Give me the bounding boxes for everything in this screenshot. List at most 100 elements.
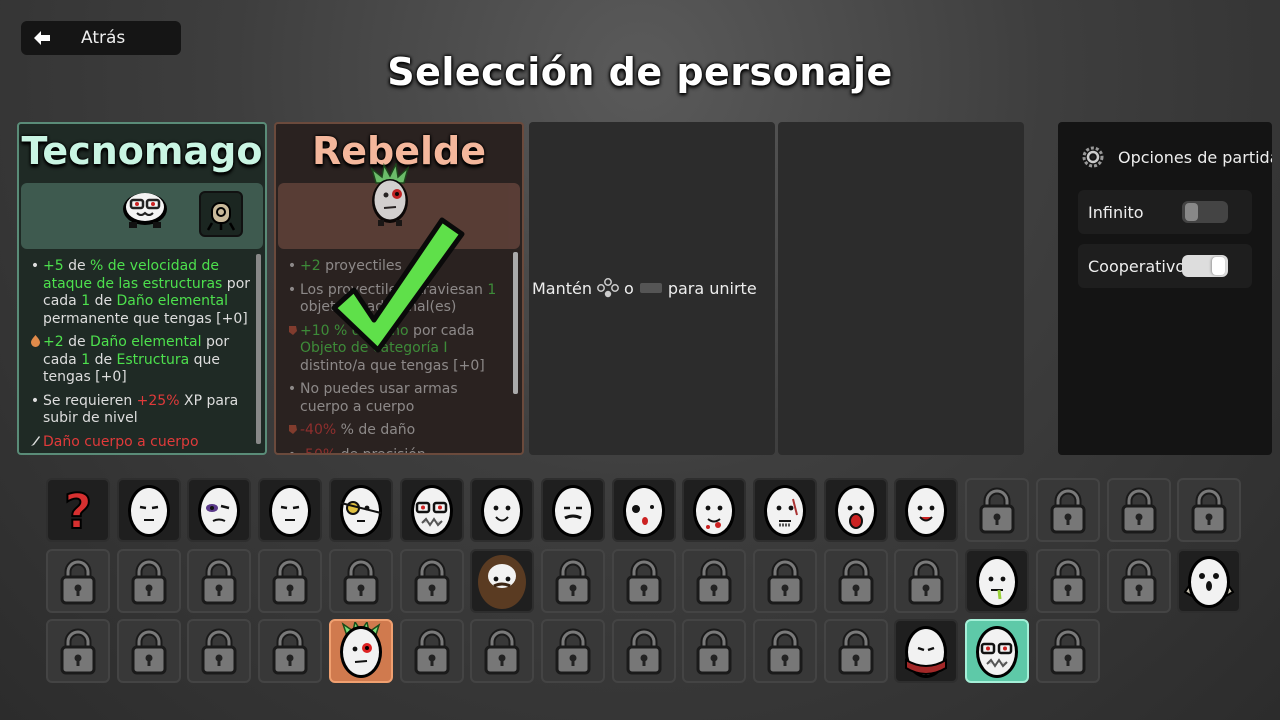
locked-character-slot[interactable]: [470, 619, 535, 683]
character-slot-egg-scarred[interactable]: [753, 478, 817, 542]
locked-character-slot[interactable]: [611, 619, 676, 683]
coop-mode-toggle-row[interactable]: Cooperativo: [1078, 244, 1252, 288]
locked-character-slot[interactable]: [965, 478, 1030, 542]
locked-character-slot[interactable]: [46, 548, 110, 613]
stat-fragment: -40%: [300, 422, 337, 438]
character-slot-egg-grumpy[interactable]: [258, 478, 323, 542]
padlock-icon: [555, 558, 591, 604]
gear-icon: [1082, 146, 1104, 168]
locked-character-slot[interactable]: [399, 548, 464, 613]
character-slot-egg-scream[interactable]: [823, 478, 888, 542]
stat-fragment: Daño elemental: [90, 334, 202, 350]
locked-character-slot[interactable]: [187, 548, 252, 613]
locked-character-slot[interactable]: [1035, 619, 1100, 683]
bullet-icon: •: [287, 381, 297, 397]
locked-character-slot[interactable]: [1106, 478, 1171, 542]
character-slot-egg-smile[interactable]: [470, 478, 535, 542]
svg-text:?: ?: [64, 484, 92, 539]
stat-fragment: +2: [300, 258, 321, 274]
padlock-icon: [1050, 487, 1086, 534]
locked-character-slot[interactable]: [823, 548, 888, 613]
stats-scrollbar[interactable]: [513, 252, 518, 394]
character-slot-egg-mohawk[interactable]: [328, 619, 393, 683]
locked-character-slot[interactable]: [540, 619, 605, 683]
locked-character-slot[interactable]: [187, 619, 252, 683]
egg-happy-icon: [905, 485, 948, 537]
egg-beard-goggles-icon: [410, 485, 453, 537]
bullet-icon: •: [284, 447, 300, 454]
locked-character-slot[interactable]: [682, 619, 747, 683]
stat-fragment: 1: [81, 293, 91, 309]
coop-toggle[interactable]: [1182, 255, 1228, 277]
character-slot-egg-bearded[interactable]: [470, 548, 535, 613]
egg-crazy-icon: [622, 485, 665, 537]
egg-ghost-icon: [1183, 555, 1235, 608]
stat-fragment: +5: [43, 258, 64, 274]
turret-icon: [206, 202, 236, 231]
coop-label: Cooperativo: [1088, 256, 1186, 276]
damage-icon: [284, 422, 300, 441]
character-slot-egg-scarf[interactable]: [894, 619, 959, 683]
stat-fragment: -50%: [300, 447, 336, 454]
locked-character-slot[interactable]: [753, 619, 817, 683]
stat-line: • Se requieren +25% XP para subir de nive…: [27, 393, 251, 428]
starting-item-slot[interactable]: [199, 191, 243, 237]
padlock-icon: [343, 558, 379, 604]
character-slot-egg-beard-goggles[interactable]: [399, 478, 464, 542]
locked-character-slot[interactable]: [823, 619, 888, 683]
padlock-icon: [272, 628, 308, 675]
locked-character-slot[interactable]: [753, 548, 817, 613]
egg-sleepy-icon: [127, 485, 170, 537]
character-slot-egg-ghost[interactable]: [1177, 548, 1242, 613]
character-slot-egg-eyepatch[interactable]: [328, 478, 393, 542]
stat-fragment: de: [63, 334, 91, 350]
padlock-icon: [414, 628, 449, 675]
locked-character-slot[interactable]: [258, 619, 323, 683]
stat-text: Daño cuerpo a cuerpo: [43, 434, 199, 453]
locked-character-slot[interactable]: [540, 548, 605, 613]
join-prompt: Mantén o para unirte: [532, 277, 772, 299]
stat-fragment: de: [63, 258, 91, 274]
join-text-middle: o: [624, 278, 634, 298]
stat-line: • No puedes usar armas cuerpo a cuerpo: [284, 381, 508, 416]
locked-character-slot[interactable]: [399, 619, 464, 683]
stat-line: -40% % de daño: [284, 422, 508, 441]
character-slot-egg-mustache[interactable]: [540, 478, 605, 542]
locked-character-slot[interactable]: [1035, 478, 1100, 542]
padlock-icon: [838, 558, 874, 604]
stat-fragment: de: [90, 351, 117, 368]
stat-text: -50% de precisión: [300, 447, 426, 454]
character-slot-egg-drool[interactable]: [965, 548, 1030, 613]
infinite-toggle[interactable]: [1182, 201, 1228, 223]
locked-character-slot[interactable]: [258, 548, 323, 613]
locked-character-slot[interactable]: [682, 548, 747, 613]
locked-character-slot[interactable]: [116, 548, 181, 613]
padlock-icon: [60, 628, 96, 675]
locked-character-slot[interactable]: [116, 619, 181, 683]
character-slot-egg-goggles[interactable]: [965, 619, 1030, 683]
gamepad-buttons-icon: [597, 278, 619, 298]
locked-character-slot[interactable]: [328, 548, 393, 613]
character-slot-egg-crazy[interactable]: [611, 478, 676, 542]
locked-character-slot[interactable]: [1035, 548, 1100, 613]
checkmark-icon: [331, 217, 465, 353]
character-slot-egg-happy[interactable]: [894, 478, 959, 542]
character-slot-egg-sleepy[interactable]: [116, 478, 181, 542]
stat-fragment: 1: [81, 351, 91, 368]
locked-character-slot[interactable]: [894, 548, 959, 613]
stat-fragment: permanente que tengas [+0]: [43, 310, 248, 327]
character-slot-egg-bloody[interactable]: [682, 478, 747, 542]
padlock-icon: [272, 558, 308, 604]
locked-character-slot[interactable]: [1106, 548, 1171, 613]
tecnomago-portrait: [123, 193, 167, 228]
character-slot-random[interactable]: ?: [46, 478, 110, 542]
bullet-icon: •: [287, 258, 297, 274]
infinite-mode-toggle-row[interactable]: Infinito: [1078, 190, 1252, 234]
egg-mustache-icon: [551, 485, 594, 537]
stats-scrollbar[interactable]: [256, 254, 261, 444]
locked-character-slot[interactable]: [1177, 478, 1242, 542]
locked-character-slot[interactable]: [611, 548, 676, 613]
damage-icon: [284, 323, 300, 376]
locked-character-slot[interactable]: [46, 619, 110, 683]
character-slot-egg-bruise[interactable]: [187, 478, 252, 542]
